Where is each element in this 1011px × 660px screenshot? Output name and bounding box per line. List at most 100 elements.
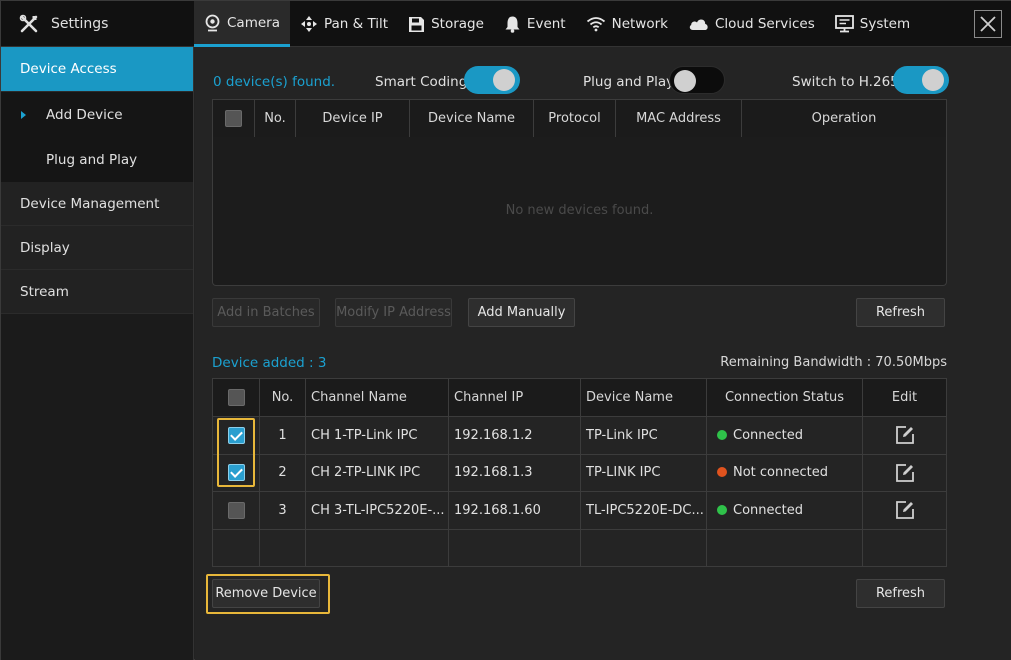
settings-header: Settings bbox=[1, 1, 194, 47]
connection-status-cell: Not connected bbox=[706, 453, 863, 492]
column-header: No. bbox=[259, 378, 306, 417]
sidebar-item-label: Stream bbox=[20, 283, 69, 300]
h265-label: Switch to H.265 bbox=[792, 74, 899, 90]
status-not-connected-icon bbox=[717, 467, 727, 478]
column-header: Device Name bbox=[580, 378, 707, 417]
channel-name: CH 1-TP-Link IPC bbox=[305, 416, 449, 455]
remove-device-button[interactable]: Remove Device bbox=[212, 579, 320, 608]
channel-name: CH 3-TL-IPC5220E-... bbox=[305, 491, 449, 530]
connection-status: Connected bbox=[733, 502, 804, 518]
edit-icon[interactable] bbox=[895, 463, 915, 483]
empty-cell bbox=[706, 528, 863, 567]
caret-right-icon bbox=[21, 111, 26, 119]
plug-and-play-toggle[interactable] bbox=[669, 66, 725, 94]
channel-ip: 192.168.1.60 bbox=[448, 491, 581, 530]
sidebar: Device Access Add Device Plug and Play D… bbox=[1, 47, 194, 660]
edit-cell bbox=[862, 491, 947, 530]
empty-cell bbox=[580, 528, 707, 567]
row-checkbox[interactable] bbox=[227, 426, 245, 444]
toggle-knob bbox=[493, 69, 515, 91]
plug-and-play-label: Plug and Play bbox=[583, 74, 675, 90]
devices-found-count: 0 device(s) found. bbox=[213, 74, 336, 90]
edit-icon[interactable] bbox=[895, 500, 915, 520]
app-title: Settings bbox=[51, 16, 109, 32]
settings-window: Settings Camera Pan & Tilt Storage Event… bbox=[0, 0, 1011, 660]
column-header: Channel IP bbox=[448, 378, 581, 417]
channel-name: CH 2-TP-LINK IPC bbox=[305, 453, 449, 492]
column-header: Channel Name bbox=[305, 378, 449, 417]
sidebar-item-display[interactable]: Display bbox=[1, 226, 193, 270]
tab-label: Camera bbox=[227, 14, 280, 31]
empty-list-area: No new devices found. bbox=[212, 137, 947, 286]
table-row[interactable]: 3 CH 3-TL-IPC5220E-... 192.168.1.60 TL-I… bbox=[212, 491, 947, 530]
tab-event[interactable]: Event bbox=[494, 1, 576, 47]
sidebar-item-label: Device Management bbox=[20, 195, 160, 212]
add-manually-button[interactable]: Add Manually bbox=[468, 298, 575, 327]
row-checkbox[interactable] bbox=[227, 464, 245, 482]
sidebar-item-plug-and-play[interactable]: Plug and Play bbox=[1, 137, 193, 182]
row-number: 3 bbox=[259, 491, 306, 530]
h265-toggle[interactable] bbox=[893, 66, 949, 94]
device-name: TP-LINK IPC bbox=[580, 453, 707, 492]
select-all-checkbox[interactable] bbox=[225, 110, 242, 127]
refresh-discovery-button[interactable]: Refresh bbox=[856, 298, 945, 327]
tools-icon bbox=[19, 14, 38, 33]
tab-label: Event bbox=[526, 16, 566, 32]
sidebar-item-label: Plug and Play bbox=[46, 151, 138, 168]
device-name: TL-IPC5220E-DC... bbox=[580, 491, 707, 530]
edit-icon[interactable] bbox=[895, 425, 915, 445]
status-connected-icon bbox=[717, 504, 727, 515]
smart-coding-toggle[interactable] bbox=[464, 66, 520, 94]
sidebar-item-label: Device Access bbox=[20, 61, 117, 77]
top-tabs: Camera Pan & Tilt Storage Event Network … bbox=[194, 1, 920, 47]
column-header: Connection Status bbox=[706, 378, 863, 417]
sidebar-item-label: Display bbox=[20, 239, 70, 256]
table-row-empty bbox=[212, 528, 947, 567]
connection-status-cell: Connected bbox=[706, 416, 863, 455]
column-header: Operation bbox=[741, 99, 947, 138]
tab-camera[interactable]: Camera bbox=[194, 1, 290, 47]
tab-system[interactable]: System bbox=[825, 1, 920, 47]
select-all-cell bbox=[212, 378, 260, 417]
edit-cell bbox=[862, 416, 947, 455]
column-header: Device IP bbox=[295, 99, 410, 138]
wifi-icon bbox=[586, 17, 605, 32]
empty-cell bbox=[448, 528, 581, 567]
empty-cell bbox=[259, 528, 306, 567]
sidebar-item-add-device[interactable]: Add Device bbox=[1, 92, 193, 137]
device-name: TP-Link IPC bbox=[580, 416, 707, 455]
refresh-added-button[interactable]: Refresh bbox=[856, 579, 945, 608]
pan-tilt-icon bbox=[300, 16, 317, 32]
select-all-checkbox[interactable] bbox=[227, 389, 245, 406]
sidebar-item-device-access[interactable]: Device Access bbox=[1, 47, 193, 92]
tab-network[interactable]: Network bbox=[576, 1, 678, 47]
table-row[interactable]: 2 CH 2-TP-LINK IPC 192.168.1.3 TP-LINK I… bbox=[212, 453, 947, 492]
sidebar-item-device-management[interactable]: Device Management bbox=[1, 182, 193, 226]
close-button[interactable] bbox=[974, 10, 1002, 38]
connection-status: Not connected bbox=[733, 465, 828, 481]
empty-cell bbox=[862, 528, 947, 567]
modify-ip-address-button[interactable]: Modify IP Address bbox=[335, 298, 452, 327]
sidebar-item-stream[interactable]: Stream bbox=[1, 270, 193, 314]
storage-icon bbox=[409, 16, 425, 32]
remaining-bandwidth: Remaining Bandwidth : 70.50Mbps bbox=[720, 355, 947, 370]
edit-cell bbox=[862, 453, 947, 492]
tab-cloud-services[interactable]: Cloud Services bbox=[678, 1, 825, 47]
add-in-batches-button[interactable]: Add in Batches bbox=[212, 298, 320, 327]
tab-storage[interactable]: Storage bbox=[398, 1, 494, 47]
row-number: 1 bbox=[259, 416, 306, 455]
row-checkbox[interactable] bbox=[227, 501, 245, 519]
devices-added-count: Device added : 3 bbox=[212, 355, 327, 371]
row-number: 2 bbox=[259, 453, 306, 492]
top-bar: Settings Camera Pan & Tilt Storage Event… bbox=[1, 1, 1011, 47]
connection-status: Connected bbox=[733, 427, 804, 443]
column-header: Protocol bbox=[533, 99, 616, 138]
bell-icon bbox=[505, 16, 520, 33]
cloud-icon bbox=[689, 19, 708, 30]
row-select-cell bbox=[212, 453, 260, 492]
discovered-devices-table: No. Device IP Device Name Protocol MAC A… bbox=[212, 99, 947, 138]
tab-pan-tilt[interactable]: Pan & Tilt bbox=[290, 1, 398, 47]
toggle-knob bbox=[674, 70, 696, 92]
select-all-cell bbox=[212, 99, 255, 138]
table-row[interactable]: 1 CH 1-TP-Link IPC 192.168.1.2 TP-Link I… bbox=[212, 416, 947, 455]
